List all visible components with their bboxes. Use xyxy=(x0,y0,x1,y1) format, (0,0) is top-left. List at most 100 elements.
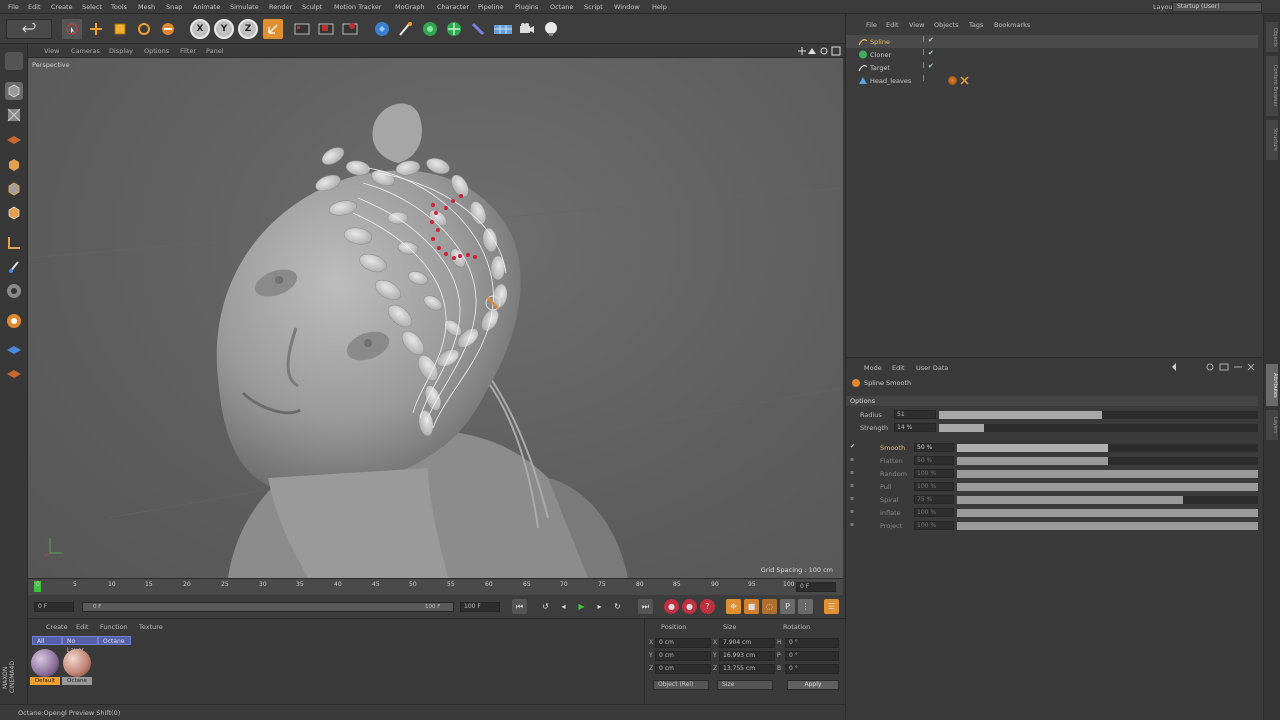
rotation-p-field[interactable]: 0 ° xyxy=(785,651,839,661)
y-axis-icon[interactable]: Y xyxy=(214,19,234,39)
object-menu-file[interactable]: File xyxy=(866,21,877,29)
brush-strength-field[interactable]: 75 % xyxy=(914,495,954,504)
position-z-field[interactable]: 0 cm xyxy=(655,664,711,674)
edit-render-settings-icon[interactable] xyxy=(340,19,360,39)
rotation-h-field[interactable]: 0 ° xyxy=(785,638,839,648)
menu-render[interactable]: Render xyxy=(269,3,292,11)
previous-frame-icon[interactable]: ◂ xyxy=(556,599,571,614)
rotate-icon[interactable] xyxy=(134,19,154,39)
object-menu-objects[interactable]: Objects xyxy=(934,21,959,29)
brush-strength-field[interactable]: 50 % xyxy=(914,456,954,465)
menu-plugins[interactable]: Plugins xyxy=(515,3,538,11)
range-slider[interactable]: 0 F 100 F xyxy=(82,602,454,612)
material-menu-texture[interactable]: Texture xyxy=(139,623,163,631)
strength-slider[interactable] xyxy=(939,424,1258,432)
enabled-check-icon[interactable]: ✔ xyxy=(928,36,934,44)
keyframe-selection-icon[interactable]: ? xyxy=(700,599,715,614)
viewport-nav-icons[interactable] xyxy=(798,46,842,56)
viewport-menu-cameras[interactable]: Cameras xyxy=(71,47,100,55)
scale-icon[interactable] xyxy=(110,19,130,39)
position-y-field[interactable]: 0 cm xyxy=(655,651,711,661)
brush-strength-field[interactable]: 50 % xyxy=(914,443,954,452)
go-to-end-icon[interactable]: ⏭ xyxy=(638,599,653,614)
pla-key-icon[interactable]: ⋮ xyxy=(798,599,813,614)
menu-create[interactable]: Create xyxy=(51,3,73,11)
tab-content-browser[interactable]: Content Browser xyxy=(1266,56,1278,116)
object-row-cloner[interactable]: Cloner ⠇ ✔ xyxy=(846,48,1258,61)
brush-strength-field[interactable]: 100 % xyxy=(914,521,954,530)
move-icon[interactable] xyxy=(86,19,106,39)
material-menu-create[interactable]: Create xyxy=(46,623,68,631)
menu-snap[interactable]: Snap xyxy=(166,3,182,11)
points-mode-icon[interactable] xyxy=(5,156,23,174)
array-icon[interactable] xyxy=(444,19,464,39)
brush-strength-slider[interactable] xyxy=(957,483,1258,491)
brush-strength-field[interactable]: 100 % xyxy=(914,469,954,478)
next-key-icon[interactable]: ↻ xyxy=(610,599,625,614)
brush-unchecked-icon[interactable]: ▪ xyxy=(850,469,856,476)
sculpt-icon[interactable] xyxy=(5,312,23,330)
material-swatch[interactable]: Default xyxy=(30,649,60,687)
parameter-key-icon[interactable]: P xyxy=(780,599,795,614)
attribute-nav-icons[interactable] xyxy=(1168,362,1258,372)
size-mode-select[interactable]: Size xyxy=(717,680,773,690)
snapping-icon[interactable] xyxy=(5,282,23,300)
size-x-field[interactable]: 7.904 cm xyxy=(719,638,775,648)
camera-icon[interactable] xyxy=(517,19,537,39)
position-key-icon[interactable]: ✥ xyxy=(726,599,741,614)
z-axis-icon[interactable]: Z xyxy=(238,19,258,39)
subdivision-icon[interactable] xyxy=(420,19,440,39)
object-menu-edit[interactable]: Edit xyxy=(886,21,899,29)
viewport-menu-panel[interactable]: Panel xyxy=(206,47,224,55)
strength-field[interactable]: 14 % xyxy=(894,423,936,432)
menu-file[interactable]: File xyxy=(8,3,19,11)
object-row-spline[interactable]: Spline ⠇ ✔ xyxy=(846,35,1258,48)
apply-button[interactable]: Apply xyxy=(787,680,839,690)
timeline-window-icon[interactable]: ☰ xyxy=(824,599,839,614)
render-picture-viewer-icon[interactable] xyxy=(316,19,336,39)
size-z-field[interactable]: 13.755 cm xyxy=(719,664,775,674)
coordinate-system-icon[interactable] xyxy=(263,19,283,39)
radius-field[interactable]: 51 xyxy=(894,410,936,419)
menu-character[interactable]: Character xyxy=(437,3,469,11)
tab-structure[interactable]: Structure xyxy=(1266,120,1278,160)
viewport-menu-options[interactable]: Options xyxy=(144,47,169,55)
pen-icon[interactable] xyxy=(396,19,416,39)
record-active-icon[interactable]: ● xyxy=(664,599,679,614)
visibility-dots-icon[interactable]: ⠇ xyxy=(922,49,927,57)
tab-attributes[interactable]: Attributes xyxy=(1266,364,1278,406)
layout-select[interactable]: Startup (User) xyxy=(1172,2,1262,12)
menu-octane[interactable]: Octane xyxy=(550,3,573,11)
cube-icon[interactable] xyxy=(372,19,392,39)
previous-key-icon[interactable]: ↺ xyxy=(538,599,553,614)
menu-pipeline[interactable]: Pipeline xyxy=(478,3,503,11)
menu-mograph[interactable]: MoGraph xyxy=(395,3,425,11)
material-menu-edit[interactable]: Edit xyxy=(76,623,89,631)
material-tab-all[interactable]: All xyxy=(32,636,62,645)
polygons-mode-icon[interactable] xyxy=(5,204,23,222)
menu-mesh[interactable]: Mesh xyxy=(138,3,155,11)
viewport[interactable]: Perspective Grid Spacing: 100 cm xyxy=(28,58,843,578)
current-frame-field[interactable]: 0 F xyxy=(796,582,836,592)
object-menu-view[interactable]: View xyxy=(909,21,924,29)
phong-tag-icon[interactable] xyxy=(948,76,957,85)
position-x-field[interactable]: 0 cm xyxy=(655,638,711,648)
brush-checked-icon[interactable]: ✔ xyxy=(850,443,856,450)
brush-strength-slider[interactable] xyxy=(957,522,1258,530)
viewport-menu-view[interactable]: View xyxy=(44,47,59,55)
object-menu-bookmarks[interactable]: Bookmarks xyxy=(994,21,1030,29)
object-row-target[interactable]: Target ⠇ ✔ xyxy=(846,61,1258,74)
locked-workplane-icon[interactable] xyxy=(5,340,23,358)
planar-workplane-icon[interactable] xyxy=(5,364,23,382)
enabled-check-icon[interactable]: ✔ xyxy=(928,62,934,70)
material-tab-octane[interactable]: Octane xyxy=(98,636,131,645)
menu-animate[interactable]: Animate xyxy=(193,3,220,11)
timeline-ruler[interactable]: 0 5 10 15 20 25 30 35 40 45 50 55 60 65 … xyxy=(28,578,843,595)
tab-objects[interactable]: Objects xyxy=(1266,22,1278,52)
tab-layers[interactable]: Layers xyxy=(1266,410,1278,440)
rotation-key-icon[interactable]: ◌ xyxy=(762,599,777,614)
play-icon[interactable]: ▶ xyxy=(574,599,589,614)
menu-select[interactable]: Select xyxy=(82,3,102,11)
floor-icon[interactable] xyxy=(492,19,514,39)
menu-edit[interactable]: Edit xyxy=(28,3,41,11)
